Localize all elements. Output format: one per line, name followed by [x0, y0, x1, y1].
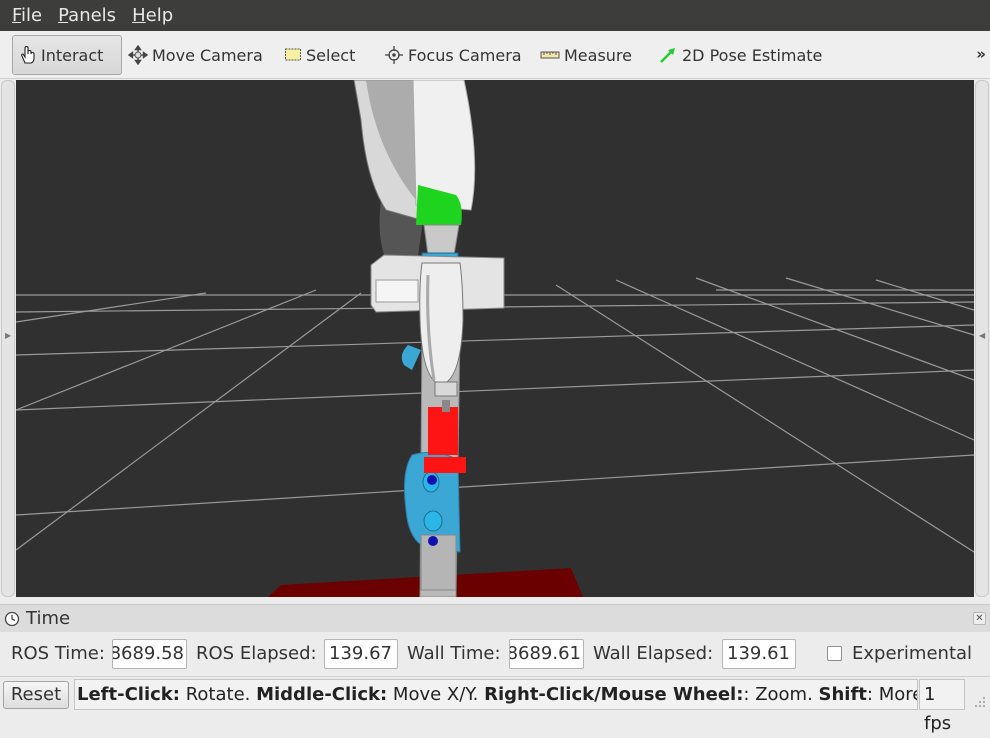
hint-zoom: : Zoom. — [743, 684, 819, 705]
ground-grid — [16, 277, 974, 553]
hint-rotate: Rotate. — [179, 684, 257, 705]
ros-elapsed-field[interactable]: 139.67 — [324, 639, 398, 669]
time-panel-row: ROS Time: 8689.58 ROS Elapsed: 139.67 Wa… — [0, 633, 990, 675]
hint-more: : More op — [866, 684, 917, 705]
measure-tool-label: Measure — [564, 45, 632, 65]
interact-tool-button[interactable]: Interact — [12, 35, 122, 75]
wall-time-label: Wall Time: — [407, 643, 501, 664]
menu-help-mnemonic: H — [132, 5, 146, 26]
ros-elapsed-label: ROS Elapsed: — [196, 643, 317, 664]
menu-panels-label: anels — [68, 5, 117, 26]
robot-scene — [16, 80, 974, 597]
menu-help-label: elp — [145, 5, 174, 26]
move-camera-tool-label: Move Camera — [152, 45, 263, 65]
wall-elapsed-label: Wall Elapsed: — [593, 643, 714, 664]
measure-tool-button[interactable]: Measure — [534, 35, 638, 75]
selection-box-icon — [285, 48, 301, 61]
ros-time-field[interactable]: 8689.58 — [112, 639, 187, 669]
reset-button[interactable]: Reset — [3, 681, 69, 709]
blue-joint-upper — [401, 345, 421, 370]
pose-estimate-tool-button[interactable]: 2D Pose Estimate — [652, 35, 828, 75]
move-camera-tool-button[interactable]: Move Camera — [122, 35, 269, 75]
green-arrow-icon — [660, 48, 675, 63]
hint-right-click: Right-Click/Mouse Wheel: — [484, 684, 744, 705]
wall-time-field[interactable]: 8689.61 — [509, 639, 584, 669]
status-bar: Reset Left-Click: Rotate. Middle-Click: … — [0, 676, 990, 734]
menu-file-mnemonic: F — [12, 5, 22, 26]
status-hint-text: Left-Click: Rotate. Middle-Click: Move X… — [74, 679, 918, 710]
right-dock-handle[interactable]: ◀ — [975, 80, 989, 597]
menu-panels-mnemonic: P — [58, 5, 69, 26]
hint-left-click: Left-Click: — [77, 684, 180, 705]
menu-help[interactable]: Help — [124, 0, 181, 31]
wall-elapsed-field[interactable]: 139.61 — [722, 639, 796, 669]
left-dock-handle[interactable]: ▶ — [1, 80, 15, 597]
time-panel-header: Time ✕ — [0, 604, 990, 632]
left-arrow-icon: ▶ — [5, 331, 12, 340]
hand-pointer-icon — [21, 45, 35, 64]
time-panel-title: Time — [26, 608, 71, 629]
ros-time-label: ROS Time: — [11, 643, 105, 664]
experimental-checkbox[interactable] — [827, 646, 842, 661]
menu-panels[interactable]: Panels — [50, 0, 124, 31]
hint-move: Move X/Y. — [387, 684, 485, 705]
ruler-icon — [540, 51, 560, 59]
forearm — [419, 262, 464, 386]
3d-render-view[interactable] — [16, 80, 974, 597]
interact-tool-label: Interact — [41, 45, 104, 65]
focus-camera-tool-label: Focus Camera — [408, 45, 522, 65]
wall-elapsed-value: 139.61 — [727, 643, 790, 664]
fps-indicator: 1 fps — [919, 679, 965, 734]
resize-grip-icon[interactable] — [974, 696, 986, 708]
ros-elapsed-value: 139.67 — [329, 643, 392, 664]
tool-toolbar: Interact Move Camera Select Focus Camera — [0, 31, 990, 79]
select-tool-button[interactable]: Select — [278, 35, 361, 75]
menu-file-label: ile — [21, 5, 43, 26]
focus-camera-tool-button[interactable]: Focus Camera — [378, 35, 528, 75]
wall-time-value: 8689.61 — [509, 643, 581, 664]
hint-shift: Shift — [818, 684, 867, 705]
hint-middle-click: Middle-Click: — [256, 684, 388, 705]
focus-target-icon — [385, 46, 403, 64]
pose-estimate-tool-label: 2D Pose Estimate — [682, 45, 823, 65]
right-arrow-icon: ◀ — [979, 331, 986, 340]
clock-icon — [4, 611, 20, 626]
red-gripper — [428, 407, 458, 455]
ros-time-value: 8689.58 — [112, 643, 184, 664]
move-arrows-icon — [128, 45, 148, 65]
experimental-label: Experimental — [852, 643, 973, 664]
menubar: File Panels Help — [0, 0, 990, 31]
close-icon[interactable]: ✕ — [973, 612, 986, 625]
menu-file[interactable]: File — [4, 0, 50, 31]
toolbar-overflow-button[interactable]: » — [976, 45, 986, 63]
select-tool-label: Select — [306, 45, 356, 65]
